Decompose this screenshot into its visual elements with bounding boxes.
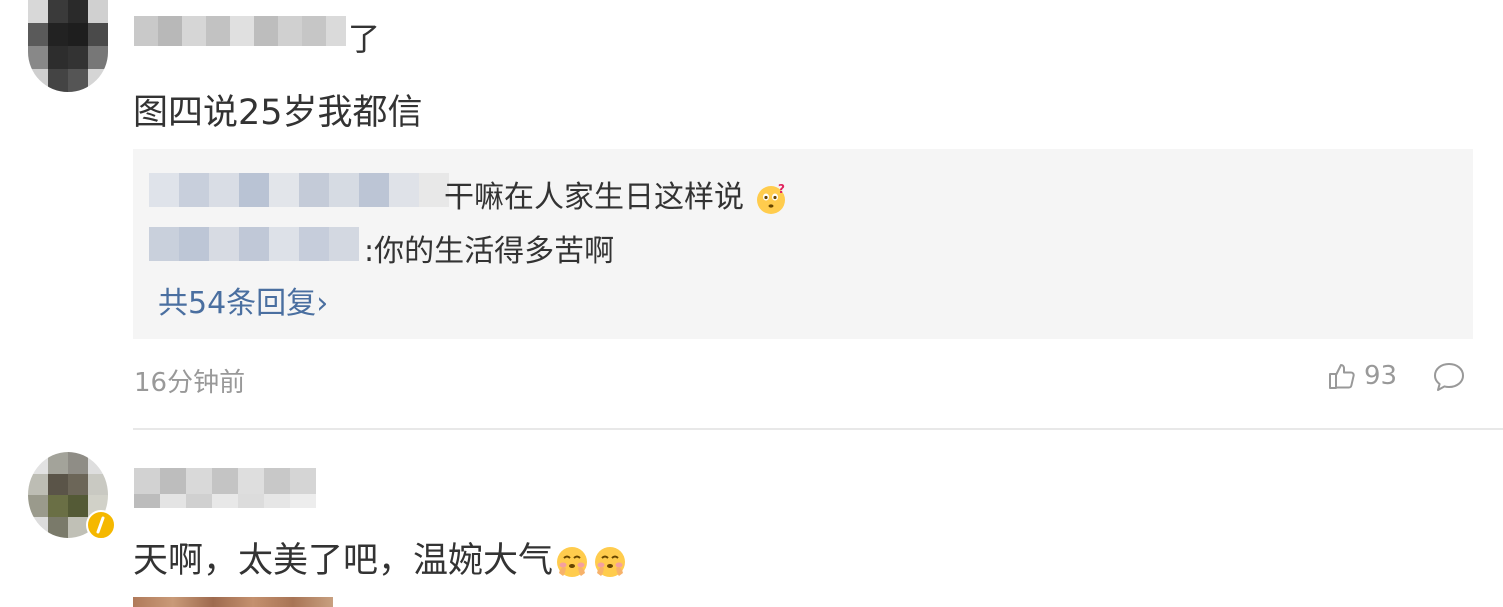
reply-text-content: 干嘛在人家生日这样说 <box>444 180 744 215</box>
thumbs-up-icon <box>1329 364 1355 389</box>
verified-badge-icon <box>86 510 116 540</box>
replies-preview[interactable] <box>133 149 1473 339</box>
comment-bubble-icon <box>1434 363 1464 391</box>
reply-text: 干嘛在人家生日这样说 ? <box>444 172 788 216</box>
reply-text: :你的生活得多苦啊 <box>364 234 615 269</box>
more-replies-label: 共54条回复 <box>158 286 317 321</box>
comment-text: 天啊，太美了吧，温婉大气 <box>133 532 629 583</box>
avatar[interactable] <box>28 0 108 92</box>
more-replies-link[interactable]: 共54条回复› <box>158 278 328 322</box>
username-blurred[interactable] <box>134 468 316 496</box>
username-blurred[interactable] <box>134 494 316 508</box>
blush-emoji-icon <box>595 547 626 577</box>
chevron-right-icon: › <box>316 286 329 321</box>
reply-username-blurred <box>149 227 369 261</box>
comment-time: 16分钟前 <box>134 368 246 398</box>
comment-text-content: 天啊，太美了吧，温婉大气 <box>133 541 554 581</box>
comment-divider <box>133 428 1503 430</box>
thinking-emoji-icon: ? <box>756 182 785 214</box>
like-count: 93 <box>1364 361 1398 391</box>
comment-image-thumbnail[interactable] <box>133 597 333 607</box>
comment-text: 图四说25岁我都信 <box>133 93 423 133</box>
username-tail[interactable]: 了 <box>348 14 380 60</box>
blush-emoji-icon <box>557 547 588 577</box>
like-button[interactable]: 93 <box>1326 360 1397 392</box>
reply-username-blurred <box>149 173 449 207</box>
svg-text:?: ? <box>778 182 785 196</box>
username-blurred[interactable] <box>134 16 346 46</box>
reply-button[interactable] <box>1432 360 1466 398</box>
